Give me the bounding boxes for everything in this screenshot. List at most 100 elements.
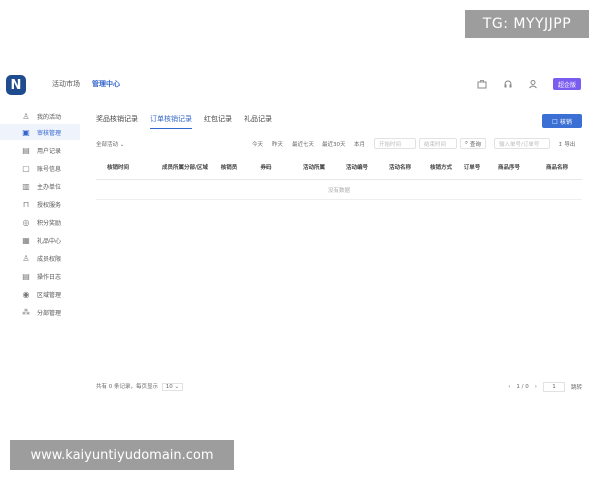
sidebar-item-label: 区域管理 — [37, 291, 62, 299]
col-order-no: 订单号 — [463, 165, 481, 172]
page-size-select[interactable]: 10 ⌄ — [161, 383, 184, 391]
sidebar-item-points[interactable]: ◎ 积分奖励 — [0, 214, 80, 230]
search-button-label: 查询 — [469, 141, 481, 148]
sidebar-item-label: 授权服务 — [37, 201, 62, 209]
gift-icon: ▦ — [22, 235, 30, 245]
search-icon: ⌕ — [465, 140, 469, 146]
sidebar-item-label: 审核管理 — [37, 129, 62, 137]
sidebar-item-label: 成员权限 — [37, 255, 62, 263]
pager: ‹ 1 / 0 › 1 跳转 — [508, 382, 582, 392]
redeem-button[interactable]: □ 核销 — [542, 114, 582, 128]
export-button[interactable]: ↥ 导出 — [558, 140, 575, 148]
sidebar-item-label: 操作日志 — [37, 273, 62, 281]
quick-today[interactable]: 今天 — [252, 140, 263, 148]
jump-button[interactable]: 跳转 — [571, 383, 582, 391]
sidebar-item-authorization[interactable]: ⊓ 授权服务 — [0, 196, 80, 212]
chevron-down-icon: ⌄ — [174, 384, 180, 390]
clipboard-icon: ▣ — [22, 127, 30, 137]
sidebar-item-label: 账号信息 — [37, 165, 62, 173]
user-icon: ♙ — [22, 111, 30, 121]
building-icon: ▥ — [22, 181, 30, 191]
end-date-input[interactable]: 结束时间 — [419, 138, 457, 149]
square-icon: □ — [552, 117, 558, 125]
sidebar-item-user-records[interactable]: ▤ 用户记录 — [0, 142, 80, 158]
tab-prize-redemption[interactable]: 奖品核销记录 — [96, 114, 138, 129]
main-panel: 奖品核销记录 订单核销记录 红包记录 礼品记录 □ 核销 全部活动 ⌄ 今天 昨… — [90, 108, 590, 408]
quick-month[interactable]: 本月 — [354, 140, 365, 148]
prev-page-icon[interactable]: ‹ — [508, 384, 510, 390]
col-redeemer: 核销员 — [220, 165, 238, 172]
sidebar-item-label: 分部管理 — [37, 309, 62, 317]
redeem-button-label: 核销 — [559, 118, 572, 126]
sidebar: ♙ 我的活动 ▣ 审核管理 ▤ 用户记录 ▢ 账号信息 ▥ 主办单位 ⊓ 授权服务 ◎ 积分奖… — [0, 104, 80, 404]
chevron-down-icon: ⌄ — [119, 142, 125, 148]
table-header: 核销时间 成员所属分部/区域 核销员 券码 活动所属 活动编号 活动名称 核销方… — [96, 158, 582, 180]
export-button-label: 导出 — [564, 142, 576, 148]
pin-icon: ◉ — [22, 289, 30, 299]
user-icon[interactable] — [527, 78, 539, 90]
sidebar-item-label: 积分奖励 — [37, 219, 62, 227]
briefcase-icon[interactable] — [476, 78, 488, 90]
quick-30days[interactable]: 最近30天 — [322, 140, 346, 148]
table-footer: 共有 0 条记录，每页显示 10 ⌄ ‹ 1 / 0 › 1 跳转 — [96, 382, 582, 394]
filter-bar: 全部活动 ⌄ 今天 昨天 最近七天 最近30天 本月 开始时间 结束时间 ⌕ 查… — [96, 138, 582, 150]
tab-bar: 奖品核销记录 订单核销记录 红包记录 礼品记录 — [96, 114, 272, 129]
tab-red-packet[interactable]: 红包记录 — [204, 114, 232, 129]
col-product-seq: 商品序号 — [497, 165, 520, 172]
activity-select-value: 全部活动 — [96, 142, 119, 148]
sidebar-item-regions[interactable]: ◉ 区域管理 — [0, 286, 80, 302]
sidebar-item-logs[interactable]: ▤ 操作日志 — [0, 268, 80, 284]
sidebar-item-label: 礼品中心 — [37, 237, 62, 245]
page-info: 1 / 0 — [516, 384, 529, 390]
col-activity-owner: 活动所属 — [302, 165, 325, 172]
coin-icon: ◎ — [22, 217, 30, 227]
col-product-name: 商品名称 — [545, 165, 568, 172]
search-button[interactable]: ⌕ 查询 — [460, 138, 486, 149]
order-search-input[interactable]: 输入单号/订单号 — [494, 138, 550, 149]
nav-activity-market[interactable]: 活动市场 — [52, 79, 80, 89]
sidebar-item-branches[interactable]: ⁂ 分部管理 — [0, 304, 80, 320]
activity-select[interactable]: 全部活动 ⌄ — [96, 140, 124, 148]
records-table: 核销时间 成员所属分部/区域 核销员 券码 活动所属 活动编号 活动名称 核销方… — [96, 158, 582, 200]
col-activity-name: 活动名称 — [388, 165, 411, 172]
id-card-icon: ▢ — [22, 163, 30, 173]
col-redeem-time: 核销时间 — [106, 165, 129, 172]
page: N 活动市场 管理中心 超企版 ♙ 我的活动 ▣ 审核管理 ▤ 用户记录 ▢ 账号信息 … — [0, 0, 600, 480]
start-date-input[interactable]: 开始时间 — [374, 138, 416, 149]
col-activity-id: 活动编号 — [346, 165, 369, 172]
goto-page-input[interactable]: 1 — [542, 382, 565, 392]
col-redeem-method: 核销方式 — [430, 165, 453, 172]
sidebar-item-my-activities[interactable]: ♙ 我的活动 — [0, 108, 80, 124]
col-coupon-code: 券码 — [260, 165, 272, 172]
people-icon: ♙ — [22, 253, 30, 263]
upload-icon: ↥ — [558, 142, 563, 148]
sidebar-item-label: 用户记录 — [37, 147, 62, 155]
lock-icon: ⊓ — [22, 199, 30, 209]
sidebar-item-label: 我的活动 — [37, 113, 62, 121]
empty-state: 没有数据 — [96, 180, 582, 200]
log-icon: ▤ — [22, 271, 30, 281]
edition-badge[interactable]: 超企版 — [553, 78, 581, 90]
watermark-top: TG: MYYJJPP — [465, 10, 589, 38]
tab-gift-records[interactable]: 礼品记录 — [244, 114, 272, 129]
sidebar-item-review[interactable]: ▣ 审核管理 — [0, 124, 80, 140]
quick-7days[interactable]: 最近七天 — [292, 140, 314, 148]
org-icon: ⁂ — [22, 307, 30, 317]
list-icon: ▤ — [22, 145, 30, 155]
app-logo[interactable]: N — [6, 75, 26, 95]
sidebar-item-organizer[interactable]: ▥ 主办单位 — [0, 178, 80, 194]
top-header: N 活动市场 管理中心 超企版 — [0, 70, 600, 100]
sidebar-item-gifts[interactable]: ▦ 礼品中心 — [0, 232, 80, 248]
sidebar-item-account[interactable]: ▢ 账号信息 — [0, 160, 80, 176]
tab-order-redemption[interactable]: 订单核销记录 — [150, 114, 192, 129]
page-size-value: 10 — [165, 384, 173, 390]
watermark-bottom: www.kaiyuntiyudomain.com — [10, 440, 234, 470]
quick-yesterday[interactable]: 昨天 — [272, 140, 283, 148]
nav-management-center[interactable]: 管理中心 — [92, 79, 120, 89]
sidebar-item-members[interactable]: ♙ 成员权限 — [0, 250, 80, 266]
next-page-icon[interactable]: › — [535, 384, 537, 390]
col-member-branch: 成员所属分部/区域 — [161, 165, 208, 172]
total-records-text: 共有 0 条记录，每页显示 — [96, 384, 158, 390]
headset-icon[interactable] — [502, 78, 514, 90]
sidebar-item-label: 主办单位 — [37, 183, 62, 191]
